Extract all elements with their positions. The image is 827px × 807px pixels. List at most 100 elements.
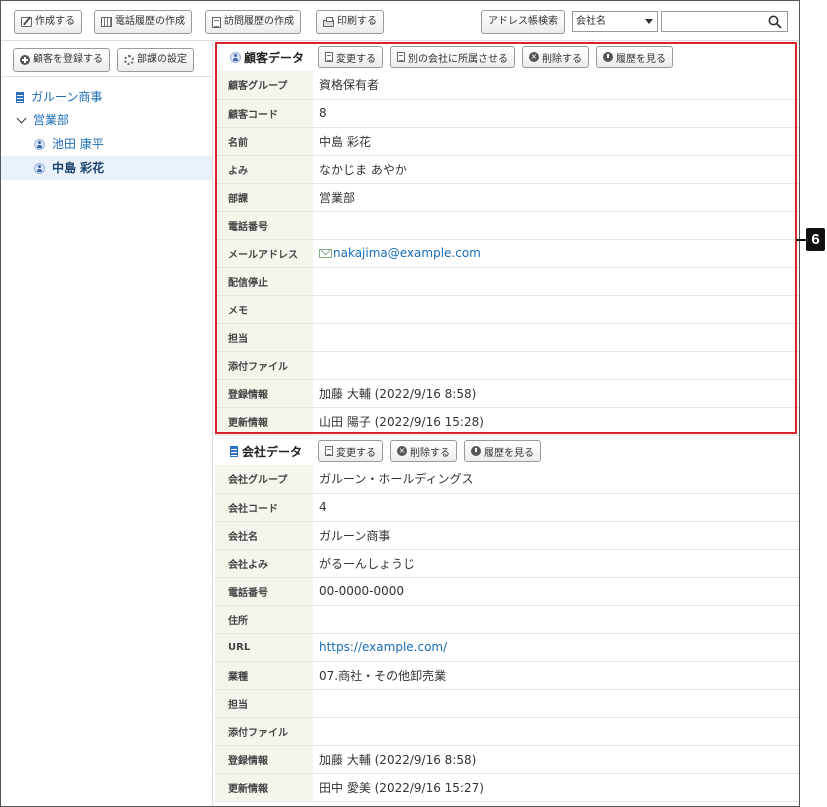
field-label: 顧客グループ (215, 71, 313, 100)
field-value (313, 323, 799, 352)
callout-connector-line (796, 239, 806, 241)
field-value: 07.商社・その他卸売業 (313, 661, 799, 690)
customer-move-company-label: 別の会社に所属させる (408, 53, 508, 65)
customer-history-button[interactable]: 履歴を見る (596, 46, 673, 68)
company-edit-button[interactable]: 変更する (318, 440, 383, 462)
customer-edit-label: 変更する (336, 53, 376, 65)
field-value: 田中 愛美 (2022/9/16 15:27) (313, 773, 799, 802)
table-row: メモ (215, 295, 799, 324)
chevron-down-icon[interactable] (16, 113, 27, 123)
tree-item-person-label: 池田 康平 (52, 137, 104, 151)
address-search-button[interactable]: アドレス帳検索 (481, 10, 565, 34)
field-label: 顧客コード (215, 99, 313, 128)
tree-item-department[interactable]: 営業部 (1, 108, 212, 132)
email-link[interactable]: nakajima@example.com (333, 246, 481, 260)
table-row: よみ なかじま あやか (215, 155, 799, 184)
folder-tree-pane: 顧客を登録する 部課の設定 ガルーン商事 営業部 池田 康平 中島 彩花 (1, 41, 213, 806)
field-value (313, 605, 799, 634)
field-value: 8 (313, 99, 799, 128)
visit-history-button[interactable]: 訪問履歴の作成 (205, 10, 301, 34)
table-row: 会社よみ がるーんしょうじ (215, 549, 799, 578)
field-value: 加藤 大輔 (2022/9/16 8:58) (313, 745, 799, 774)
url-link[interactable]: https://example.com/ (319, 640, 447, 654)
search-input[interactable] (661, 11, 788, 32)
field-label: 配信停止 (215, 267, 313, 296)
tree-item-person[interactable]: 池田 康平 (1, 132, 212, 156)
register-customer-button[interactable]: 顧客を登録する (13, 48, 110, 72)
toolbar: 作成する 電話履歴の作成 訪問履歴の作成 印刷する アドレス帳検索 会社名 (1, 1, 799, 41)
field-value (313, 267, 799, 296)
field-label: 業種 (215, 661, 313, 690)
customer-data-title: 顧客データ (230, 49, 318, 66)
field-value: 00-0000-0000 (313, 577, 799, 606)
field-label: メモ (215, 295, 313, 324)
phone-history-button[interactable]: 電話履歴の作成 (94, 10, 192, 34)
clock-icon (471, 446, 481, 456)
create-button[interactable]: 作成する (14, 10, 82, 34)
search-icon[interactable] (768, 15, 782, 29)
field-label: 担当 (215, 689, 313, 718)
building-icon (230, 445, 238, 457)
field-label: 担当 (215, 323, 313, 352)
field-value: 中島 彩花 (313, 127, 799, 156)
tree-item-company[interactable]: ガルーン商事 (1, 85, 212, 109)
mail-icon (319, 249, 332, 258)
search-field-select[interactable]: 会社名 (572, 11, 658, 32)
print-button[interactable]: 印刷する (316, 10, 384, 34)
field-value: 4 (313, 493, 799, 522)
table-row: 顧客コード 8 (215, 99, 799, 128)
person-icon (34, 138, 45, 150)
field-label: 更新情報 (215, 407, 313, 436)
callout-number-badge: 6 (806, 228, 825, 251)
customer-data-table: 顧客グループ 資格保有者 顧客コード 8 名前 中島 彩花 よみ なかじま あやか 部課… (215, 71, 799, 436)
table-row: メールアドレス nakajima@example.com (215, 239, 799, 268)
phone-history-button-label: 電話履歴の作成 (115, 16, 185, 27)
field-value: https://example.com/ (313, 633, 799, 662)
customer-data-header: 顧客データ 変更する 別の会社に所属させる × 削除する 履歴を見る (215, 43, 799, 71)
field-value (313, 211, 799, 240)
edit-page-icon (325, 446, 333, 456)
table-row: 登録情報 加藤 大輔 (2022/9/16 8:58) (215, 379, 799, 408)
field-value: 山田 陽子 (2022/9/16 15:28) (313, 407, 799, 436)
customer-move-company-button[interactable]: 別の会社に所属させる (390, 46, 515, 68)
customer-delete-button[interactable]: × 削除する (522, 46, 589, 68)
table-row: URL https://example.com/ (215, 633, 799, 662)
company-data-table: 会社グループ ガルーン・ホールディングス 会社コード 4 会社名 ガルーン商事 会社よ… (215, 465, 799, 802)
address-search-button-label: アドレス帳検索 (488, 16, 558, 27)
customer-delete-label: 削除する (542, 53, 582, 65)
field-value: ガルーン・ホールディングス (313, 465, 799, 494)
field-value: ガルーン商事 (313, 521, 799, 550)
company-delete-button[interactable]: × 削除する (390, 440, 457, 462)
field-label: 会社よみ (215, 549, 313, 578)
company-data-title: 会社データ (230, 443, 318, 460)
visit-history-button-label: 訪問履歴の作成 (224, 16, 294, 27)
field-value: nakajima@example.com (313, 239, 799, 268)
table-row: 部課 営業部 (215, 183, 799, 212)
field-label: よみ (215, 155, 313, 184)
field-label: 名前 (215, 127, 313, 156)
table-row: 名前 中島 彩花 (215, 127, 799, 156)
field-value (313, 689, 799, 718)
department-settings-button[interactable]: 部課の設定 (117, 48, 194, 72)
company-history-button[interactable]: 履歴を見る (464, 440, 541, 462)
field-label: 住所 (215, 605, 313, 634)
table-row: 添付ファイル (215, 351, 799, 380)
table-row: 更新情報 山田 陽子 (2022/9/16 15:28) (215, 407, 799, 436)
company-data-title-label: 会社データ (242, 444, 303, 459)
table-row: 電話番号 00-0000-0000 (215, 577, 799, 606)
field-value: 加藤 大輔 (2022/9/16 8:58) (313, 379, 799, 408)
table-row: 会社コード 4 (215, 493, 799, 522)
table-row: 更新情報 田中 愛美 (2022/9/16 15:27) (215, 773, 799, 802)
tree-item-person-selected[interactable]: 中島 彩花 (1, 156, 212, 180)
field-label: メールアドレス (215, 239, 313, 268)
customer-edit-button[interactable]: 変更する (318, 46, 383, 68)
plus-circle-icon (20, 55, 30, 65)
company-history-label: 履歴を見る (484, 447, 534, 459)
field-value (313, 351, 799, 380)
search-field-select-value: 会社名 (576, 16, 606, 27)
table-row: 会社名 ガルーン商事 (215, 521, 799, 550)
field-label: 会社名 (215, 521, 313, 550)
customer-history-label: 履歴を見る (616, 53, 666, 65)
field-label: 電話番号 (215, 577, 313, 606)
create-button-label: 作成する (35, 16, 75, 27)
